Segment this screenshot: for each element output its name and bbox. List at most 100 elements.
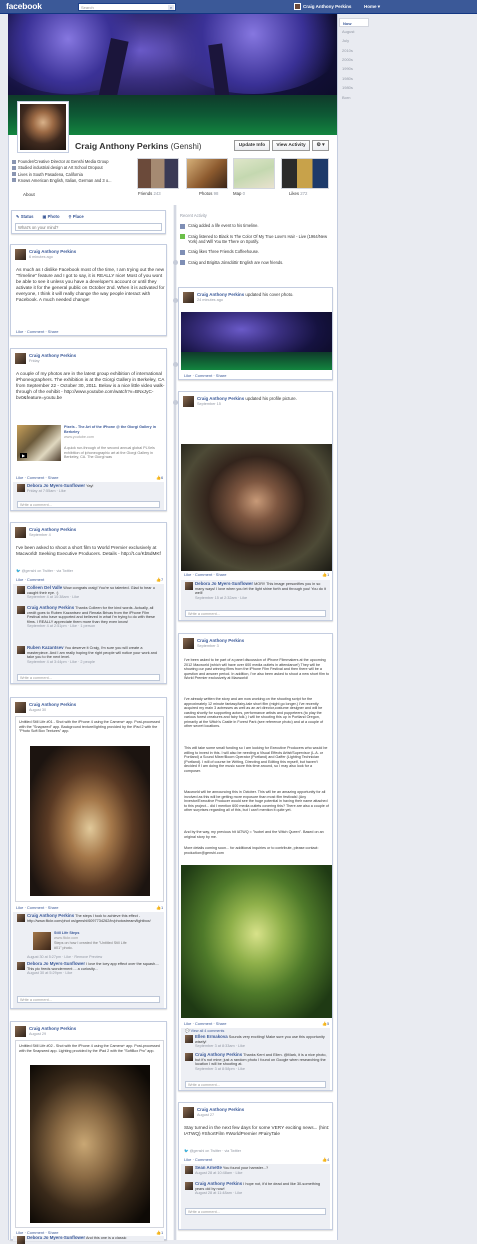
- comment-meta[interactable]: August 30 at 5:29pm · Like: [27, 971, 163, 976]
- link-title[interactable]: Pixels - The Art of the iPhone @ the Gio…: [64, 425, 162, 434]
- post-actions[interactable]: Like · Comment · Share: [184, 1021, 226, 1026]
- map-tile[interactable]: [233, 158, 275, 189]
- avatar[interactable]: [183, 1107, 194, 1118]
- post-author[interactable]: Craig Anthony Perkins: [29, 1026, 76, 1031]
- comment-author[interactable]: Debora Jo Myers-Sunflower: [27, 1235, 85, 1240]
- like-count[interactable]: 👍5: [322, 1021, 329, 1026]
- comment-meta[interactable]: September 15 at 2:32am · Like: [195, 596, 329, 601]
- comment-meta[interactable]: September 3 at 8:33am · Like: [195, 1044, 329, 1049]
- comment-author[interactable]: Colleen Del Valle: [27, 585, 62, 590]
- post-author[interactable]: Craig Anthony Perkins: [29, 353, 76, 358]
- likes-tile-label[interactable]: Likes 272: [289, 191, 307, 196]
- post-time[interactable]: August 27: [197, 1113, 244, 1117]
- post-actions[interactable]: Like · Comment: [16, 577, 44, 582]
- post-author[interactable]: Craig Anthony Perkins: [197, 292, 244, 297]
- post-time[interactable]: 24 minutes ago: [197, 298, 294, 302]
- comment-meta[interactable]: September 4 at 3:44pm · Like · 2 people: [27, 660, 163, 665]
- avatar[interactable]: [17, 586, 25, 594]
- post-actions[interactable]: Like · Comment · Share: [16, 329, 58, 334]
- avatar[interactable]: [185, 1166, 193, 1174]
- about-link[interactable]: About: [23, 192, 35, 197]
- comment-meta[interactable]: September 4 at 10:38am · Like: [27, 595, 163, 600]
- chevron-down-icon[interactable]: ▾: [378, 4, 380, 9]
- comment-author[interactable]: Ellen Ermakova: [195, 1034, 228, 1039]
- write-comment-input[interactable]: Write a comment...: [185, 610, 326, 617]
- photos-tile[interactable]: [186, 158, 228, 189]
- avatar[interactable]: [185, 1182, 193, 1190]
- post-time[interactable]: September 3: [197, 644, 244, 648]
- write-comment-input[interactable]: Write a comment...: [185, 1081, 326, 1088]
- comment-meta[interactable]: August 28 at 11:48am · Like: [195, 1191, 329, 1196]
- post-time[interactable]: August 30: [29, 708, 76, 712]
- post-time[interactable]: 6 minutes ago: [29, 255, 76, 259]
- post-author[interactable]: Craig Anthony Perkins: [197, 1107, 244, 1112]
- top-user-link[interactable]: Craig Anthony Perkins: [294, 3, 351, 10]
- post-actions[interactable]: Like · Comment · Share: [16, 905, 58, 910]
- comment-author[interactable]: Craig Anthony Perkins: [27, 913, 74, 918]
- like-count[interactable]: 👍7: [156, 577, 163, 582]
- profile-picture[interactable]: [17, 101, 69, 153]
- avatar[interactable]: [15, 702, 26, 713]
- timeline-nav-1980s-b[interactable]: 1980s: [339, 84, 369, 93]
- like-count[interactable]: 👍1: [156, 905, 163, 910]
- comment-author[interactable]: Debora Jo Myers-Sunflower: [195, 581, 253, 586]
- avatar[interactable]: [15, 527, 26, 538]
- timeline-nav-august[interactable]: August: [339, 27, 369, 36]
- post-actions[interactable]: Like · Comment: [184, 1157, 212, 1162]
- post-author[interactable]: Craig Anthony Perkins: [197, 396, 244, 401]
- comment-author[interactable]: Debora Jo Myers-Sunflower: [27, 483, 85, 488]
- comment-meta[interactable]: Friday at 7:55am · Like: [27, 489, 93, 494]
- search-input[interactable]: Search ⌕: [78, 3, 176, 11]
- comment-meta[interactable]: August 30 at 5:27pm · Like · Remove Prev…: [27, 955, 102, 960]
- post-actions[interactable]: Like · Comment · Share: [184, 373, 226, 378]
- timeline-nav-july[interactable]: July: [339, 37, 369, 46]
- play-icon[interactable]: ▶: [20, 453, 28, 458]
- update-info-button[interactable]: Update Info: [234, 140, 270, 151]
- photos-tile-label[interactable]: Photos 98: [199, 191, 218, 196]
- avatar[interactable]: [15, 353, 26, 364]
- map-tile-label[interactable]: Map 0: [233, 191, 245, 196]
- avatar[interactable]: [185, 1053, 193, 1061]
- post-author[interactable]: Craig Anthony Perkins: [29, 702, 76, 707]
- avatar[interactable]: [17, 1236, 25, 1244]
- view-all-comments[interactable]: 💬 View all 4 comments: [185, 1029, 224, 1034]
- like-count[interactable]: 👍4: [322, 1157, 329, 1162]
- link-thumbnail[interactable]: [33, 932, 51, 950]
- post-actions[interactable]: Like · Comment · Share: [16, 475, 58, 480]
- post-time[interactable]: Friday: [29, 359, 76, 363]
- link-title[interactable]: Still Life Steps: [54, 931, 114, 936]
- post-author[interactable]: Craig Anthony Perkins: [29, 249, 76, 254]
- facebook-logo[interactable]: facebook: [6, 1, 42, 11]
- profile-photo-large[interactable]: [181, 444, 332, 571]
- write-comment-input[interactable]: Write a comment...: [17, 996, 160, 1003]
- post-author[interactable]: Craig Anthony Perkins: [197, 638, 244, 643]
- likes-tile[interactable]: [281, 158, 329, 189]
- like-count[interactable]: 👍1: [322, 572, 329, 577]
- timeline-nav-1980s[interactable]: 1980s: [339, 74, 369, 83]
- post-time[interactable]: September 4: [29, 533, 76, 537]
- post-author[interactable]: Craig Anthony Perkins: [29, 527, 76, 532]
- post-time[interactable]: September 15: [197, 402, 297, 406]
- avatar[interactable]: [183, 638, 194, 649]
- comment-author[interactable]: Ruben Kazantsev: [27, 645, 64, 650]
- write-comment-input[interactable]: Write a comment...: [17, 501, 160, 508]
- avatar[interactable]: [17, 962, 25, 970]
- timeline-nav-2000s[interactable]: 2000s: [339, 56, 369, 65]
- cover-photo-thumbnail[interactable]: [181, 312, 332, 370]
- avatar[interactable]: [17, 914, 25, 922]
- still-life-photo[interactable]: [30, 746, 150, 896]
- comment-author[interactable]: Sean Arnette: [195, 1165, 222, 1170]
- like-count[interactable]: 👍1: [156, 1230, 163, 1235]
- comment-author[interactable]: Debora Jo Myers-Sunflower: [27, 961, 85, 966]
- timeline-nav-now[interactable]: Now: [339, 18, 369, 28]
- avatar[interactable]: [15, 249, 26, 260]
- tab-status[interactable]: ✎ Status: [16, 214, 34, 219]
- write-comment-input[interactable]: Write a comment...: [185, 1208, 326, 1215]
- status-input[interactable]: What's on your mind?: [15, 223, 162, 231]
- tab-photo[interactable]: ▣ Photo: [43, 214, 60, 219]
- avatar[interactable]: [185, 1035, 193, 1043]
- avatar[interactable]: [183, 292, 194, 303]
- comment-author[interactable]: Craig Anthony Perkins: [195, 1181, 242, 1186]
- write-comment-input[interactable]: Write a comment...: [17, 674, 160, 681]
- gear-icon[interactable]: ⚙ ▾: [312, 140, 329, 151]
